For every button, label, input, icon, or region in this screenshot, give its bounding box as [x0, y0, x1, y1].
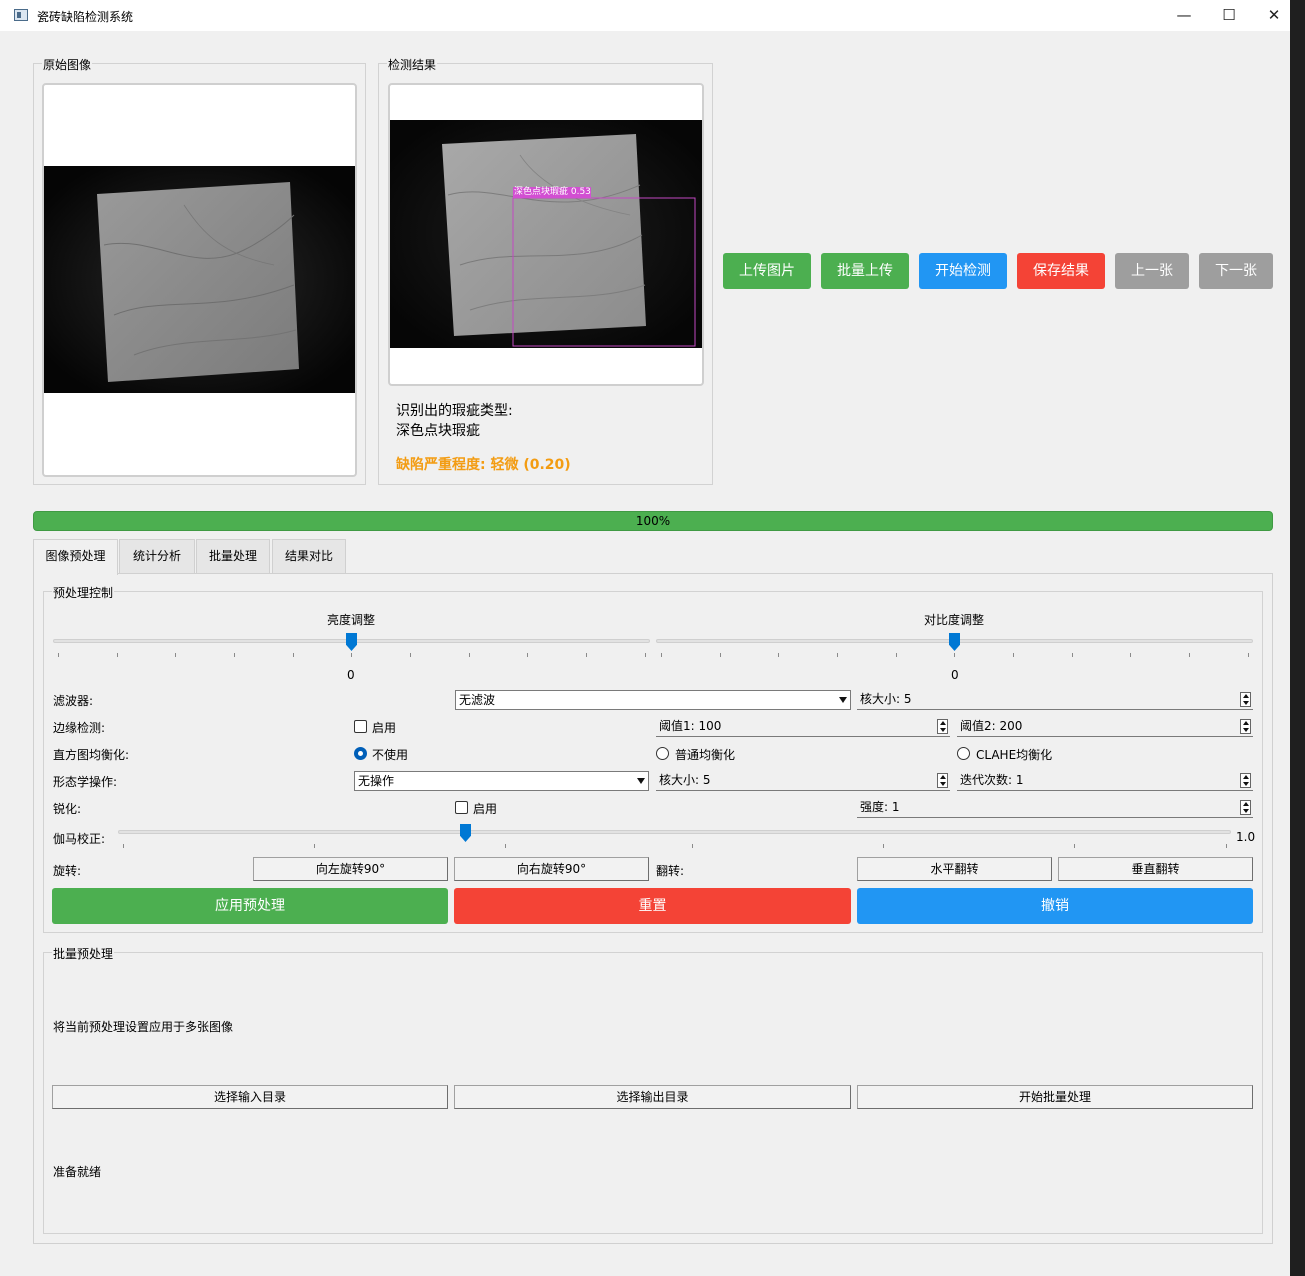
undo-button[interactable]: 撤销	[857, 888, 1253, 924]
tab-statistics[interactable]: 统计分析	[119, 539, 195, 573]
flip-horizontal-button[interactable]: 水平翻转	[857, 857, 1052, 881]
morphology-label: 形态学操作:	[53, 775, 118, 789]
reset-button[interactable]: 重置	[454, 888, 851, 924]
detection-result-title: 检测结果	[387, 56, 438, 73]
batch-status: 准备就绪	[53, 1165, 102, 1179]
chevron-down-icon	[637, 778, 645, 784]
edge-detection-enable-label: 启用	[372, 721, 397, 735]
contrast-value: 0	[951, 668, 959, 682]
morphology-iterations-spinbox[interactable]: 迭代次数: 1	[957, 771, 1253, 791]
progress-bar: 100%	[33, 511, 1273, 531]
start-batch-button[interactable]: 开始批量处理	[857, 1085, 1253, 1109]
tab-compare[interactable]: 结果对比	[272, 539, 346, 573]
apply-preprocess-button[interactable]: 应用预处理	[52, 888, 448, 924]
histogram-label: 直方图均衡化:	[53, 748, 130, 762]
previous-image-button[interactable]: 上一张	[1115, 253, 1189, 289]
spinbox-arrows-icon[interactable]	[937, 773, 948, 788]
flip-label: 翻转:	[656, 864, 685, 878]
upload-image-button[interactable]: 上传图片	[723, 253, 811, 289]
filter-kernel-value: 核大小: 5	[860, 692, 912, 706]
histogram-clahe-label: CLAHE均衡化	[976, 748, 1053, 762]
filter-label: 滤波器:	[53, 694, 94, 708]
sharpen-strength-spinbox[interactable]: 强度: 1	[857, 798, 1253, 818]
detection-result-group: 检测结果 深色点块瑕疵 0.53 识别出的瑕疵类型: 深色点块瑕疵 缺陷严重程度…	[378, 56, 713, 485]
defect-type-heading: 识别出的瑕疵类型:	[396, 403, 513, 419]
next-image-button[interactable]: 下一张	[1199, 253, 1273, 289]
original-tile-image	[44, 166, 355, 393]
batch-upload-button[interactable]: 批量上传	[821, 253, 909, 289]
gamma-label: 伽马校正:	[53, 832, 106, 846]
brightness-value: 0	[347, 668, 355, 682]
select-output-dir-button[interactable]: 选择输出目录	[454, 1085, 851, 1109]
close-button[interactable]: ✕	[1251, 0, 1297, 31]
result-image-frame: 深色点块瑕疵 0.53	[388, 83, 704, 386]
morphology-kernel-value: 核大小: 5	[659, 773, 711, 787]
title-bar: 瓷砖缺陷检测系统 — ☐ ✕	[0, 0, 1290, 31]
sharpen-checkbox[interactable]	[455, 801, 468, 814]
batch-description: 将当前预处理设置应用于多张图像	[53, 1020, 234, 1034]
window-title: 瓷砖缺陷检测系统	[37, 10, 134, 24]
sharpen-enable-label: 启用	[473, 802, 498, 816]
app-icon	[14, 9, 28, 21]
histogram-none-label: 不使用	[372, 748, 409, 762]
spinbox-arrows-icon[interactable]	[1240, 800, 1251, 815]
tab-preprocess[interactable]: 图像预处理	[33, 539, 118, 575]
sharpen-strength-value: 强度: 1	[860, 800, 900, 814]
gamma-slider-track[interactable]	[118, 830, 1231, 834]
chevron-down-icon	[839, 697, 847, 703]
spinbox-arrows-icon[interactable]	[1240, 773, 1251, 788]
result-tile-image	[390, 120, 702, 348]
brightness-label: 亮度调整	[327, 613, 376, 627]
morphology-iterations-value: 迭代次数: 1	[960, 773, 1024, 787]
histogram-normal-label: 普通均衡化	[675, 748, 736, 762]
preprocess-tab-panel: 预处理控制 亮度调整 0 对比度调整 0 滤波器: 无滤波 核大小: 5 边缘检…	[33, 573, 1273, 1244]
minimize-button[interactable]: —	[1161, 0, 1207, 31]
select-input-dir-button[interactable]: 选择输入目录	[52, 1085, 448, 1109]
original-image-frame	[42, 83, 357, 477]
filter-select-value: 无滤波	[459, 693, 496, 707]
severity-label: 缺陷严重程度: 轻微 (0.20)	[396, 457, 571, 473]
progress-text: 100%	[635, 514, 671, 528]
edge-threshold2-spinbox[interactable]: 阈值2: 200	[957, 717, 1253, 737]
edge-threshold1-value: 阈值1: 100	[659, 719, 722, 733]
defect-type-value: 深色点块瑕疵	[396, 423, 480, 439]
rotate-left-button[interactable]: 向左旋转90°	[253, 857, 448, 881]
edge-detection-label: 边缘检测:	[53, 721, 106, 735]
rotate-right-button[interactable]: 向右旋转90°	[454, 857, 649, 881]
gamma-value: 1.0	[1236, 830, 1256, 844]
morphology-select[interactable]: 无操作	[354, 771, 649, 791]
spinbox-arrows-icon[interactable]	[1240, 719, 1251, 734]
maximize-button[interactable]: ☐	[1206, 0, 1252, 31]
preprocess-control-title: 预处理控制	[52, 584, 115, 601]
histogram-none-radio[interactable]	[354, 747, 367, 760]
original-image-title: 原始图像	[42, 56, 93, 73]
flip-vertical-button[interactable]: 垂直翻转	[1058, 857, 1253, 881]
morphology-select-value: 无操作	[358, 774, 395, 788]
filter-kernel-spinbox[interactable]: 核大小: 5	[857, 690, 1253, 710]
edge-detection-checkbox[interactable]	[354, 720, 367, 733]
spinbox-arrows-icon[interactable]	[1240, 692, 1251, 707]
morphology-kernel-spinbox[interactable]: 核大小: 5	[656, 771, 950, 791]
batch-preprocess-title: 批量预处理	[52, 945, 115, 962]
tab-batch[interactable]: 批量处理	[196, 539, 270, 573]
contrast-label: 对比度调整	[924, 613, 985, 627]
edge-threshold1-spinbox[interactable]: 阈值1: 100	[656, 717, 950, 737]
filter-select[interactable]: 无滤波	[455, 690, 851, 710]
save-result-button[interactable]: 保存结果	[1017, 253, 1105, 289]
main-window: 瓷砖缺陷检测系统 — ☐ ✕ 原始图像 检测结果 深色点块瑕疵 0.53 识别出…	[0, 0, 1290, 1276]
rotate-label: 旋转:	[53, 864, 82, 878]
sharpen-label: 锐化:	[53, 802, 82, 816]
start-detection-button[interactable]: 开始检测	[919, 253, 1007, 289]
histogram-normal-radio[interactable]	[656, 747, 669, 760]
histogram-clahe-radio[interactable]	[957, 747, 970, 760]
edge-threshold2-value: 阈值2: 200	[960, 719, 1023, 733]
spinbox-arrows-icon[interactable]	[937, 719, 948, 734]
original-image-group: 原始图像	[33, 56, 366, 485]
detection-box-label: 深色点块瑕疵 0.53	[514, 187, 591, 197]
